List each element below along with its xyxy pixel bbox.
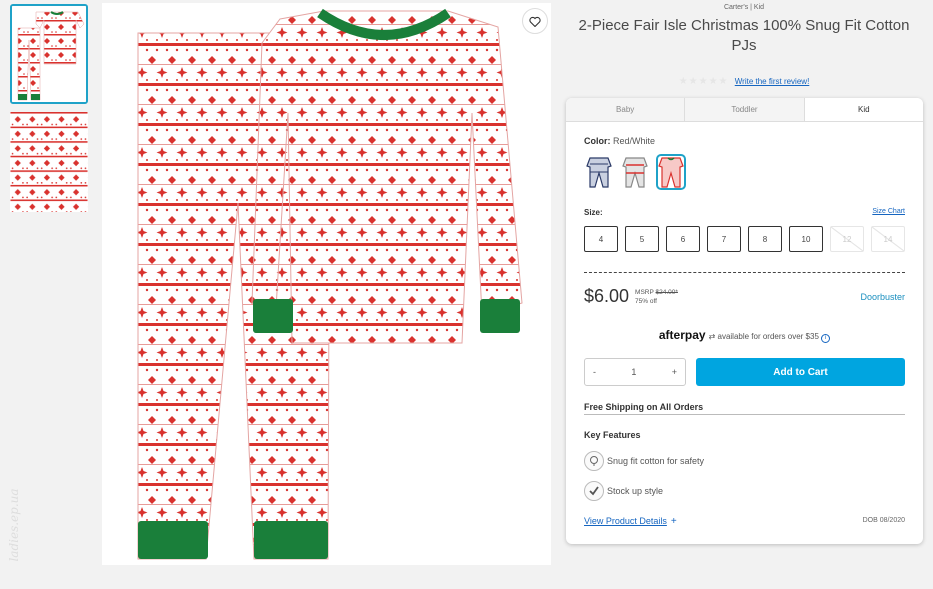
left-sleeve-cuff	[253, 299, 293, 333]
grey-pajama-icon	[622, 157, 648, 188]
size-option-7[interactable]: 7	[707, 226, 741, 252]
thumbnail-fabric-pattern[interactable]	[10, 112, 88, 212]
red-pajama-icon	[658, 157, 684, 188]
doorbuster-badge: Doorbuster	[860, 291, 905, 302]
decrease-quantity-button[interactable]: -	[593, 367, 596, 377]
msrp-value: $24.00*	[655, 288, 678, 296]
afterpay-arrows-icon: ⇄	[708, 332, 716, 341]
details-row: View Product Details + DOB 08/2020	[584, 511, 905, 529]
color-swatches	[584, 154, 905, 190]
size-option-5[interactable]: 5	[625, 226, 659, 252]
fabric-thumbnail-image	[10, 112, 88, 212]
info-icon[interactable]: i	[821, 334, 831, 343]
color-value: Red/White	[613, 136, 656, 146]
heart-icon	[529, 16, 541, 27]
quantity-stepper: - 1 +	[584, 358, 686, 386]
sale-price: $6.00	[584, 286, 630, 306]
divider	[584, 272, 905, 273]
feature-snug-fit: Snug fit cotton for safety	[584, 451, 905, 471]
feature-text: Snug fit cotton for safety	[607, 456, 705, 466]
size-label-row: Size: Size Chart	[584, 208, 905, 217]
watermark: ladies.ep.ua	[7, 488, 21, 562]
plus-icon[interactable]: +	[671, 516, 677, 527]
navy-pajama-icon	[586, 157, 612, 188]
size-chart-link[interactable]: Size Chart	[872, 208, 905, 217]
color-label-row: Color: Red/White	[584, 136, 905, 146]
top-shape	[251, 10, 523, 344]
size-option-12-unavailable: 12	[830, 226, 864, 252]
size-options: 4 5 6 7 8 10 12 14	[584, 226, 905, 252]
feature-text: Stock up style	[607, 486, 664, 496]
favorite-button[interactable]	[522, 8, 548, 34]
price-row: $6.00 MSRP $24.00* 75% off Doorbuster	[584, 286, 905, 307]
msrp-label: MSRP	[635, 288, 654, 296]
right-sleeve-cuff	[480, 299, 520, 333]
age-tabs: Baby Toddler Kid	[566, 98, 923, 122]
swatch-grey-stripe[interactable]	[620, 154, 650, 190]
product-title: 2-Piece Fair Isle Christmas 100% Snug Fi…	[578, 17, 910, 54]
afterpay-row: afterpay ⇄ available for orders over $35 …	[584, 328, 905, 343]
swatch-navy-print[interactable]	[584, 154, 614, 190]
cotton-icon	[584, 451, 604, 471]
add-to-cart-button[interactable]: Add to Cart	[696, 358, 905, 386]
size-option-10[interactable]: 10	[789, 226, 823, 252]
pants-right-cuff	[254, 521, 328, 559]
size-option-6[interactable]: 6	[666, 226, 700, 252]
rating-stars-icon: ★★★★★	[678, 76, 729, 87]
size-option-14-unavailable: 14	[871, 226, 905, 252]
afterpay-text: available for orders over $35	[717, 332, 819, 341]
size-option-8[interactable]: 8	[748, 226, 782, 252]
discount-text: 75% off	[635, 297, 657, 305]
dob-text: DOB 08/2020	[862, 516, 905, 524]
msrp-block: MSRP $24.00* 75% off	[635, 288, 678, 306]
increase-quantity-button[interactable]: +	[672, 367, 677, 377]
checkmark-icon	[584, 481, 604, 501]
tab-kid[interactable]: Kid	[804, 98, 923, 121]
tab-baby[interactable]: Baby	[566, 98, 686, 121]
thumbnail-gallery	[10, 4, 90, 220]
purchase-panel: Baby Toddler Kid Color: Red/White Size: …	[566, 98, 923, 544]
size-label: Size:	[584, 208, 603, 217]
quantity-value[interactable]: 1	[631, 367, 636, 377]
reviews-row: ★★★★★ Write the first review!	[566, 76, 922, 87]
pajama-set-thumbnail-image	[12, 6, 86, 102]
key-features-title: Key Features	[584, 430, 641, 440]
view-product-details-link[interactable]: View Product Details	[584, 516, 667, 526]
free-shipping-text: Free Shipping on All Orders	[584, 402, 905, 415]
write-review-link[interactable]: Write the first review!	[735, 77, 810, 86]
pants-left-cuff	[138, 521, 208, 559]
brand-line: Carter's | Kid	[723, 4, 765, 11]
color-label: Color:	[584, 136, 611, 146]
thumbnail-pajama-set[interactable]	[10, 4, 88, 104]
afterpay-logo: afterpay	[658, 328, 706, 342]
main-product-image	[102, 3, 551, 565]
tab-toddler[interactable]: Toddler	[685, 98, 805, 121]
feature-stock-up: Stock up style	[584, 481, 905, 501]
swatch-red-white[interactable]	[656, 154, 686, 190]
add-to-cart-row: - 1 + Add to Cart	[584, 358, 905, 386]
size-option-4[interactable]: 4	[584, 226, 618, 252]
pajama-set-illustration	[102, 3, 551, 565]
